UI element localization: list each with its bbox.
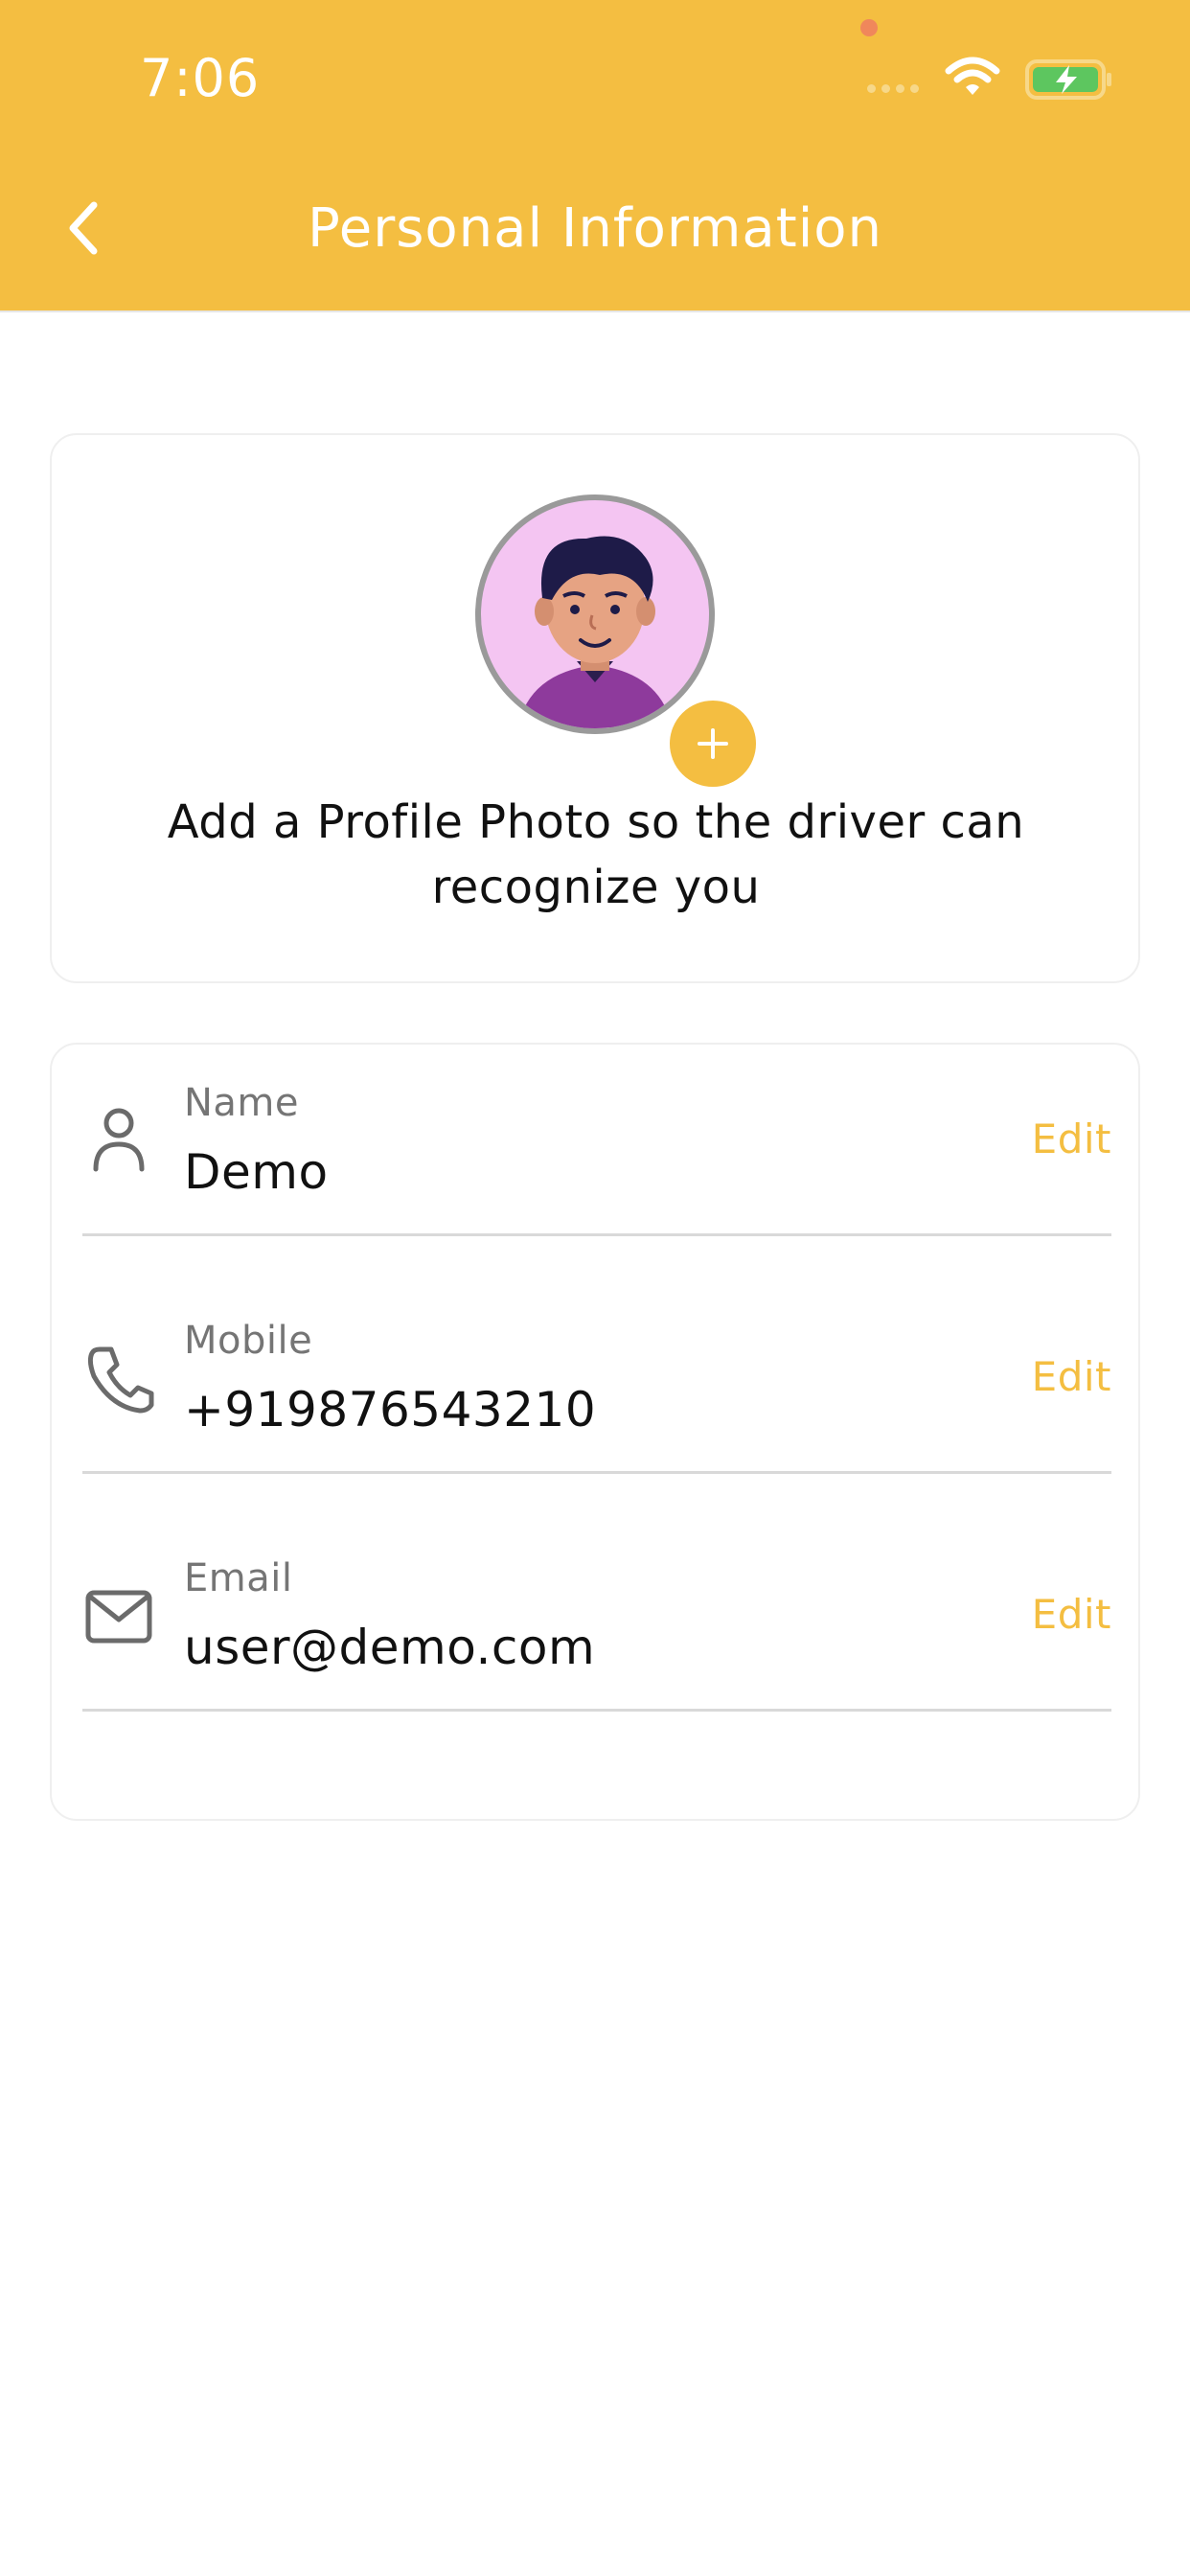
phone-icon [87, 1346, 154, 1414]
mobile-row[interactable]: Mobile +919876543210 Edit [82, 1282, 1111, 1474]
avatar-container[interactable] [475, 494, 763, 794]
edit-email-button[interactable]: Edit [1032, 1591, 1111, 1638]
user-icon [93, 1108, 145, 1172]
wifi-icon [945, 57, 1000, 95]
profile-photo-caption: Add a Profile Photo so the driver can re… [167, 795, 1025, 914]
app-header: 7:06 Personal Information [0, 0, 1190, 312]
email-row[interactable]: Email user@demo.com Edit [82, 1520, 1111, 1712]
name-row[interactable]: Name Demo Edit [82, 1045, 1111, 1236]
edit-name-button[interactable]: Edit [1032, 1116, 1111, 1162]
plus-icon [698, 728, 728, 759]
recording-indicator-icon [860, 19, 878, 36]
page-title: Personal Information [307, 197, 882, 260]
mobile-label: Mobile [184, 1319, 313, 1363]
add-photo-button[interactable] [663, 694, 763, 794]
personal-info-card: Name Demo Edit Mobile +919876543210 Edit… [50, 1043, 1140, 1821]
avatar[interactable] [475, 494, 715, 734]
profile-photo-card: Add a Profile Photo so the driver can re… [50, 433, 1140, 983]
status-time: 7:06 [140, 48, 261, 108]
cellular-signal-icon [867, 84, 919, 93]
mail-icon [85, 1590, 152, 1644]
email-label: Email [184, 1556, 293, 1600]
name-label: Name [184, 1081, 300, 1125]
mobile-value: +919876543210 [184, 1382, 597, 1438]
name-value: Demo [184, 1144, 329, 1200]
email-value: user@demo.com [184, 1620, 596, 1675]
edit-mobile-button[interactable]: Edit [1032, 1353, 1111, 1400]
avatar-illustration-icon [517, 536, 673, 728]
battery-charging-icon [1025, 59, 1111, 100]
